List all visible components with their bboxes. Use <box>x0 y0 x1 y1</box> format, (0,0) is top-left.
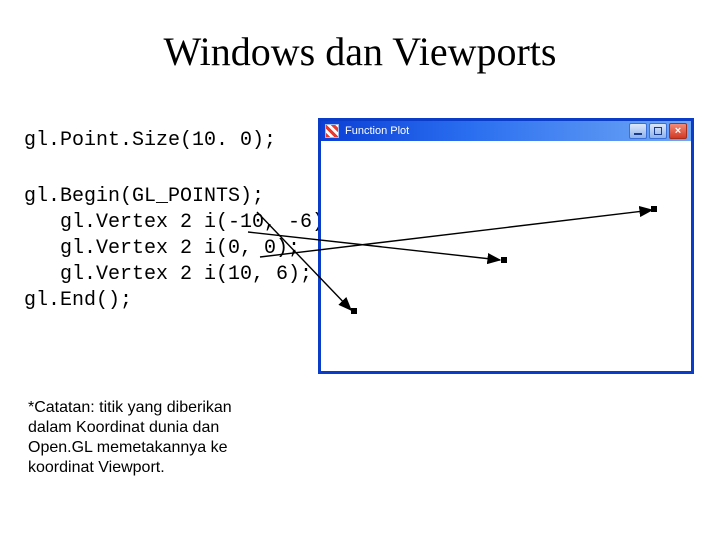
pt-neg10-neg6 <box>351 308 357 314</box>
maximize-button[interactable] <box>649 123 667 139</box>
app-window: Function Plot × <box>318 118 694 374</box>
minimize-button[interactable] <box>629 123 647 139</box>
app-icon <box>325 124 339 138</box>
code-block: gl.Begin(GL_POINTS); gl.Vertex 2 i(-10, … <box>24 184 336 314</box>
close-icon: × <box>675 125 681 137</box>
window-controls: × <box>629 123 687 139</box>
slide-title: Windows dan Viewports <box>0 28 720 75</box>
viewport-canvas <box>321 141 691 371</box>
window-title: Function Plot <box>345 125 409 137</box>
slide: Windows dan Viewports gl.Point.Size(10. … <box>0 0 720 540</box>
titlebar: Function Plot × <box>321 121 691 141</box>
minimize-icon <box>634 133 642 135</box>
footnote: *Catatan: titik yang diberikan dalam Koo… <box>28 398 248 478</box>
pt-0-0 <box>501 257 507 263</box>
maximize-icon <box>654 127 662 135</box>
close-button[interactable]: × <box>669 123 687 139</box>
code-pointsize: gl.Point.Size(10. 0); <box>24 128 276 154</box>
pt-10-6 <box>651 206 657 212</box>
